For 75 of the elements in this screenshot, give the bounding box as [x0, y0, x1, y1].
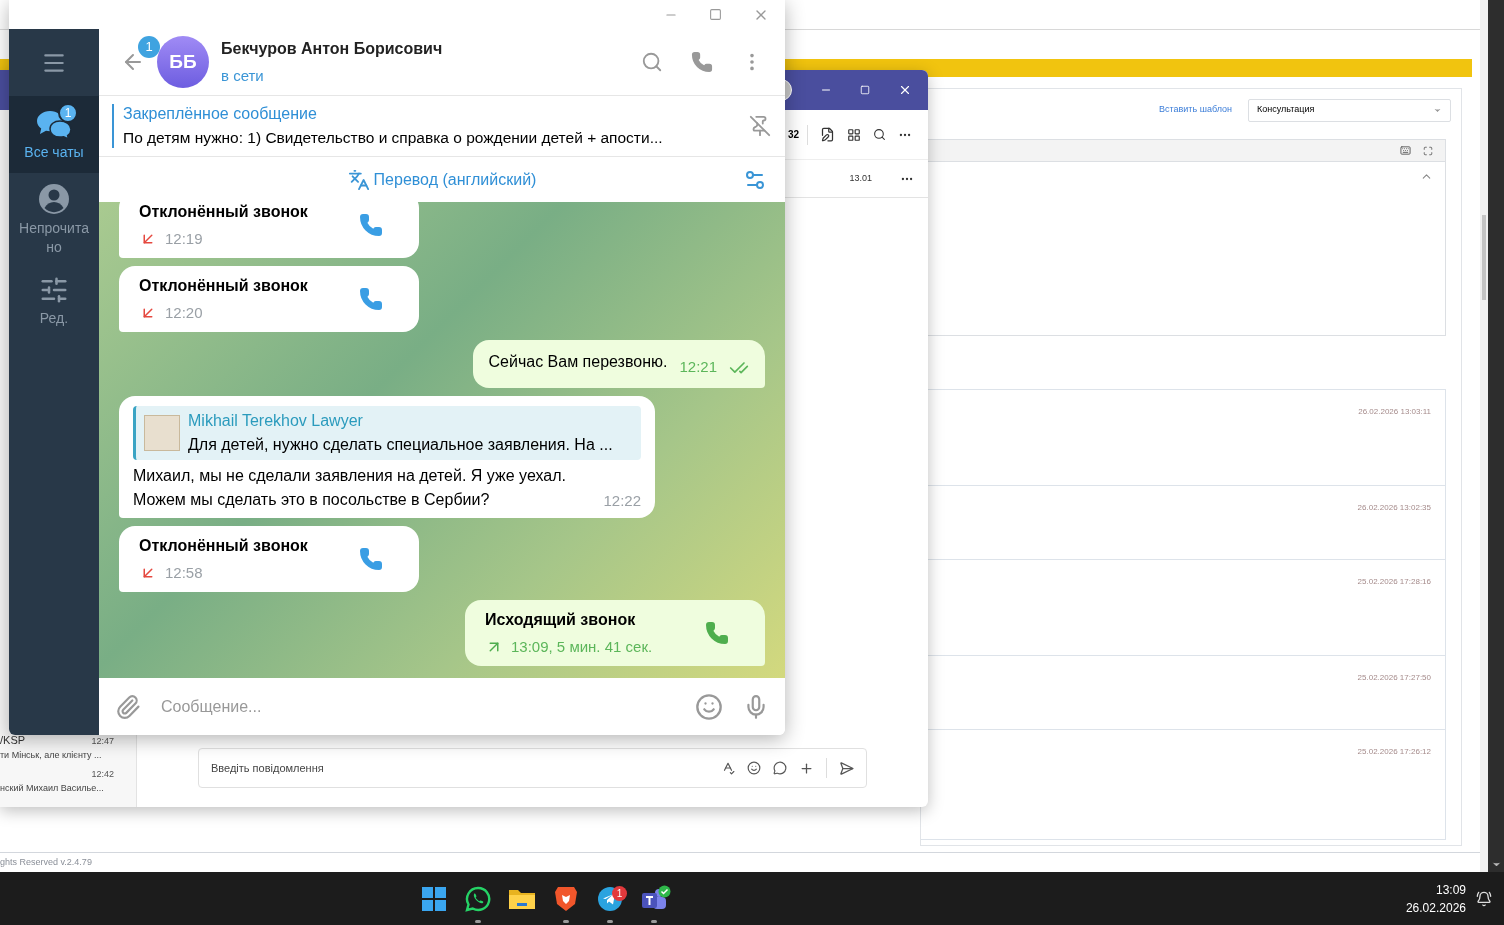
compose-icon[interactable] [820, 127, 835, 142]
lion-shield-icon[interactable] [554, 884, 578, 913]
call-time: 13:09, 5 мин. 41 сек. [511, 636, 653, 657]
timestamp: 25.02.2026 17:27:50 [1357, 672, 1431, 684]
chat-preview: нский Михаил Василье... [0, 781, 105, 795]
apps-icon[interactable] [847, 127, 861, 142]
notification-badge: 1 [612, 886, 627, 901]
footer-text: ghts Reserved v.2.4.79 [0, 855, 92, 869]
format-text-icon[interactable] [721, 761, 735, 775]
sliders-icon [39, 275, 69, 305]
message-input[interactable]: Сообщение... [161, 694, 675, 719]
message-time: 12:22 [603, 490, 641, 511]
chat-preview: ти Мінськ, але клієнту ... [0, 748, 103, 762]
scrollbar-thumb[interactable] [1482, 215, 1486, 300]
paperclip-icon[interactable] [115, 693, 141, 720]
clock[interactable]: 13:09 26.02.2026 [1405, 880, 1466, 917]
unread-badge: 1 [58, 103, 78, 123]
insert-template-link[interactable]: Вставить шаблон [1159, 103, 1232, 117]
bell-icon[interactable] [1476, 890, 1492, 907]
timestamp: 26.02.2026 13:02:35 [1357, 502, 1431, 514]
call-title: Исходящий звонок [485, 609, 637, 630]
folder-tab[interactable]: Непрочитано [9, 173, 99, 265]
chat-bubble-icon[interactable] [773, 761, 787, 775]
call-time: 12:20 [165, 302, 203, 323]
windows-logo-icon[interactable] [422, 886, 446, 911]
pinned-text: По детям нужно: 1) Свидетельство и справка о рождении детей + апости... [123, 128, 664, 149]
timestamp: 25.02.2026 17:26:12 [1357, 746, 1431, 758]
user-circle-icon [38, 183, 70, 215]
chat-time: 12:42 [91, 768, 114, 781]
quote-text: Для детей, нужно сделать специальное заявления. На ... [188, 435, 613, 455]
folder-tab[interactable]: Ред. [9, 265, 99, 336]
message-composer[interactable]: Введіть повідомлення [198, 748, 867, 788]
chat-list-item[interactable]: 12:42 нский Михаил Василье... [0, 768, 114, 795]
message-text: Михаил, мы не сделали заявления на детей. Я уже уехал. Можем мы сделать это в посольстве в Сербии? [133, 466, 567, 510]
member-count: 32 [787, 128, 799, 142]
pinned-message-bar[interactable]: Закреплённое сообщение По детям нужно: 1) Свидетельство и справка о рождении детей + апости... [99, 96, 785, 157]
plus-icon[interactable] [799, 760, 814, 776]
chat-time: 12:47 [91, 735, 114, 748]
close-icon[interactable] [898, 83, 912, 97]
search-icon[interactable] [873, 128, 886, 141]
call-time: 12:19 [165, 228, 203, 249]
contact-name: Бекчуров Антон Борисович [221, 38, 444, 59]
chat-list-item[interactable]: /KSP 12:47 ти Мінськ, але клієнту ... [0, 732, 114, 762]
keyboard-icon[interactable] [1400, 145, 1411, 156]
chat-time: 13.01 [849, 171, 872, 185]
phone-icon[interactable] [359, 213, 383, 237]
call-title: Отклонённый звонок [139, 535, 308, 556]
phone-icon[interactable] [359, 287, 383, 311]
chat-name: /KSP [0, 733, 26, 748]
pinned-title: Закреплённое сообщение [123, 104, 318, 125]
message-time: 12:21 [679, 356, 717, 377]
message-input[interactable]: Введіть повідомлення [211, 759, 709, 777]
contact-status: в сети [221, 65, 265, 86]
chat-phone-icon[interactable] [465, 885, 491, 912]
timestamp: 25.02.2026 17:28:16 [1357, 576, 1431, 588]
smile-icon[interactable] [747, 761, 761, 775]
maximize-icon[interactable] [709, 8, 722, 21]
fullscreen-icon[interactable] [1423, 145, 1433, 156]
translate-icon [347, 168, 370, 191]
send-icon[interactable] [839, 760, 854, 776]
contact-avatar: ББ [157, 36, 209, 88]
message-text: Сейчас Вам перезвоню. [488, 352, 668, 372]
call-time: 12:58 [165, 562, 203, 583]
folder-tab[interactable]: 1 Все чаты [9, 96, 99, 173]
timestamp: 26.02.2026 13:03:11 [1358, 406, 1431, 418]
template-select[interactable]: Консультация [1248, 98, 1451, 122]
phone-icon[interactable] [359, 547, 383, 571]
phone-icon[interactable] [705, 621, 729, 645]
quote-author: Mikhail Terekhov Lawyer [188, 411, 364, 431]
unread-badge: 1 [138, 36, 160, 58]
document-thumbnail [144, 415, 180, 451]
call-title: Отклонённый звонок [139, 202, 308, 222]
phone-icon[interactable] [691, 51, 713, 73]
call-title: Отклонённый звонок [139, 275, 308, 296]
check-badge-icon [658, 885, 671, 898]
